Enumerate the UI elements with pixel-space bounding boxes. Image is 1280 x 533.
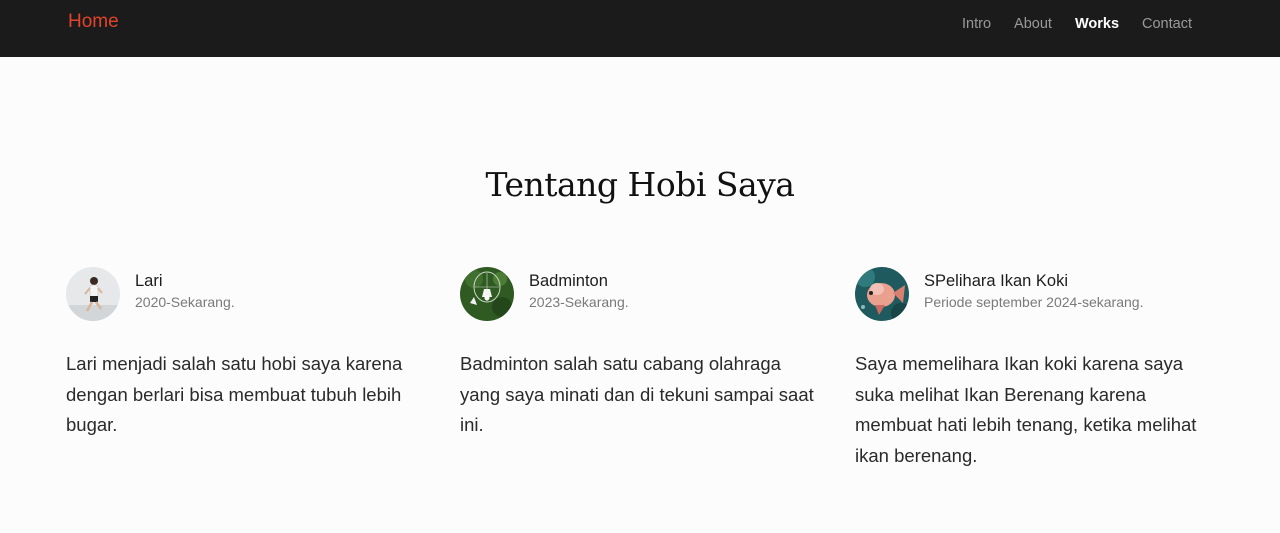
hobby-name: Badminton — [529, 272, 608, 290]
hobby-description: Saya memelihara Ikan koki karena saya su… — [855, 353, 1197, 466]
hobby-card-ikan-koki: SPelihara Ikan Koki Periode september 20… — [855, 267, 1215, 471]
hobby-card-header: Badminton 2023-Sekarang. — [460, 267, 820, 321]
nav-item-about: About — [1014, 15, 1052, 33]
goldfish-photo-icon — [855, 267, 909, 321]
nav-item-works: Works — [1075, 15, 1119, 33]
hobby-card-header: Lari 2020-Sekarang. — [66, 267, 426, 321]
hobby-name: Lari — [135, 272, 163, 290]
section-title: Tentang Hobi Saya — [485, 165, 795, 204]
hobby-period: 2023-Sekarang. — [529, 294, 629, 310]
hobby-description: Badminton salah satu cabang olahraga yan… — [460, 353, 814, 435]
hobby-card-header: SPelihara Ikan Koki Periode september 20… — [855, 267, 1215, 321]
nav-item-contact: Contact — [1142, 15, 1192, 33]
nav-link-intro[interactable]: Intro — [962, 16, 991, 32]
hobby-card-lari: Lari 2020-Sekarang. Lari menjadi salah s… — [66, 267, 426, 441]
nav-link-works[interactable]: Works — [1075, 16, 1119, 32]
hobby-period: Periode september 2024-sekarang. — [924, 294, 1144, 310]
brand-home-link[interactable]: Home — [68, 11, 119, 33]
hobby-meta: Lari 2020-Sekarang. — [135, 270, 235, 312]
top-navbar: Home Intro About Works Contact — [0, 0, 1280, 57]
nav-item-intro: Intro — [962, 15, 991, 33]
nav-link-contact[interactable]: Contact — [1142, 16, 1192, 32]
nav-links: Intro About Works Contact — [962, 15, 1192, 33]
hobby-meta: SPelihara Ikan Koki Periode september 20… — [924, 270, 1143, 312]
hobby-name: SPelihara Ikan Koki — [924, 272, 1068, 290]
hobby-description: Lari menjadi salah satu hobi saya karena… — [66, 353, 403, 435]
shuttlecock-photo-icon — [460, 267, 514, 321]
hobby-period: 2020-Sekarang. — [135, 294, 235, 310]
hobby-meta: Badminton 2023-Sekarang. — [529, 270, 629, 312]
nav-link-about[interactable]: About — [1014, 16, 1052, 32]
runner-photo-icon — [66, 267, 120, 321]
hobby-card-badminton: Badminton 2023-Sekarang. Badminton salah… — [460, 267, 820, 441]
